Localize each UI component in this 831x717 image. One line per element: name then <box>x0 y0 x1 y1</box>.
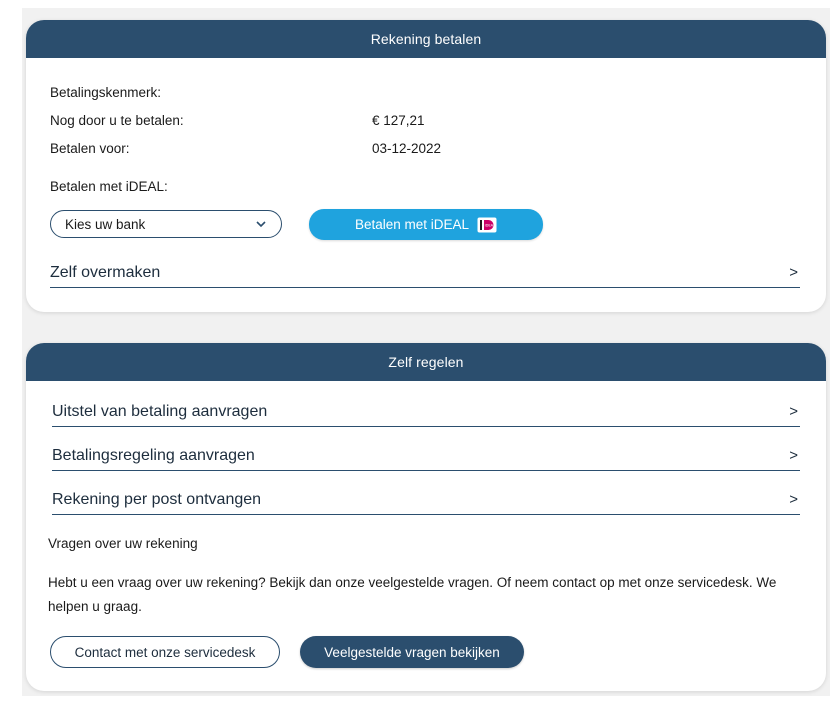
transfer-yourself-link[interactable]: Zelf overmaken > <box>50 258 800 288</box>
chevron-down-icon <box>256 221 266 228</box>
pay-with-ideal-button[interactable]: Betalen met iDEAL iDEAL <box>309 209 543 240</box>
contact-servicedesk-button[interactable]: Contact met onze servicedesk <box>50 636 280 668</box>
contact-servicedesk-label: Contact met onze servicedesk <box>74 644 256 660</box>
pay-invoice-card: Rekening betalen Betalingskenmerk: Nog d… <box>26 20 826 312</box>
questions-title: Vragen over uw rekening <box>48 536 198 551</box>
invoice-by-post-link[interactable]: Rekening per post ontvangen > <box>52 485 800 515</box>
ideal-logo-icon: iDEAL <box>477 217 497 232</box>
amount-due-value: € 127,21 <box>372 113 425 128</box>
chevron-right-icon: > <box>789 264 798 281</box>
self-service-card: Zelf regelen Uitstel van betaling aanvra… <box>26 343 826 691</box>
view-faq-button[interactable]: Veelgestelde vragen bekijken <box>300 636 524 668</box>
pay-with-ideal-label: Betalen met iDEAL <box>354 217 470 232</box>
questions-text: Hebt u een vraag over uw rekening? Bekij… <box>48 575 777 614</box>
transfer-yourself-label: Zelf overmaken <box>50 263 161 281</box>
due-date-label: Betalen voor: <box>50 141 130 156</box>
pay-invoice-header: Rekening betalen <box>26 20 826 58</box>
chevron-right-icon: > <box>789 491 798 508</box>
self-service-header: Zelf regelen <box>26 343 826 381</box>
link-label: Betalingsregeling aanvragen <box>52 446 255 464</box>
bank-select-value: Kies uw bank <box>65 216 146 232</box>
view-faq-label: Veelgestelde vragen bekijken <box>324 644 500 660</box>
chevron-right-icon: > <box>789 447 798 464</box>
bank-select[interactable]: Kies uw bank <box>50 210 282 238</box>
amount-due-label: Nog door u te betalen: <box>50 113 184 128</box>
chevron-right-icon: > <box>789 403 798 420</box>
ideal-section-label: Betalen met iDEAL: <box>50 179 168 194</box>
link-label: Rekening per post ontvangen <box>52 490 262 508</box>
payment-reference-label: Betalingskenmerk: <box>50 85 162 100</box>
ideal-logo-text: iDEAL <box>485 223 496 227</box>
link-label: Uitstel van betaling aanvragen <box>52 402 268 420</box>
request-payment-plan-link[interactable]: Betalingsregeling aanvragen > <box>52 441 800 471</box>
request-payment-delay-link[interactable]: Uitstel van betaling aanvragen > <box>52 397 800 427</box>
due-date-value: 03-12-2022 <box>372 141 442 156</box>
